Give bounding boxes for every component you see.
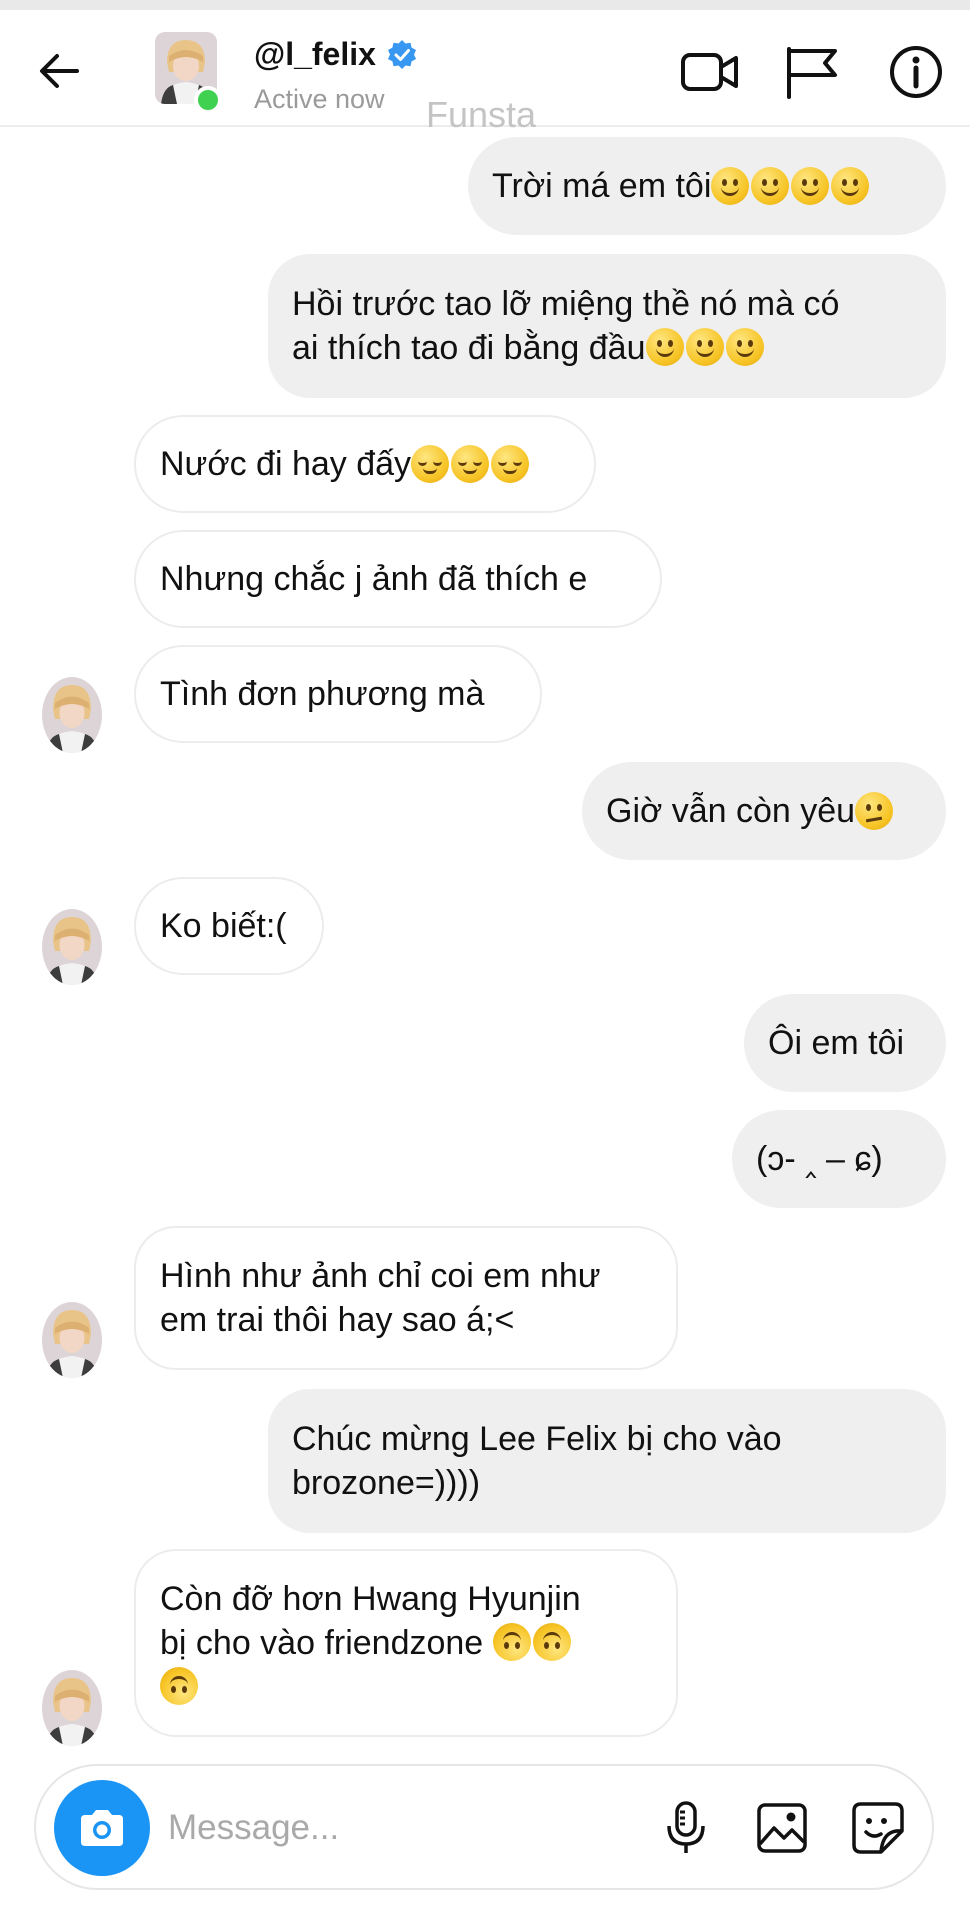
message-outgoing[interactable]: Ôi em tôi [744, 994, 946, 1092]
message-text-line: bị cho vào friendzone [160, 1624, 493, 1662]
message-text: Giờ vẫn còn yêu [606, 792, 856, 830]
online-indicator [194, 86, 222, 114]
message-outgoing[interactable]: Giờ vẫn còn yêu [582, 762, 946, 860]
chat-header: @l_felix Active now Funsta [0, 10, 970, 135]
gallery-button[interactable] [750, 1796, 814, 1860]
conversation-info-button[interactable] [884, 40, 948, 104]
message-text: Nước đi hay đấy [160, 445, 412, 483]
chat-username: @l_felix [254, 36, 376, 72]
message-text-line: Hình như ảnh chỉ coi em như [160, 1257, 601, 1295]
microphone-icon [667, 1801, 705, 1853]
message-text-line: ai thích tao đi bằng đầu [292, 329, 646, 367]
verified-badge-icon [387, 39, 416, 69]
message-text: Ko biết:( [160, 907, 287, 945]
emoji-upside-down-icon [532, 1623, 571, 1661]
emoji-neutral-icon [831, 167, 870, 205]
message-outgoing[interactable]: (ↄ- ‸ – ɕ) [732, 1110, 946, 1208]
message-incoming[interactable]: Còn đỡ hơn Hwang Hyunjin bị cho vào frie… [134, 1549, 678, 1737]
sender-avatar[interactable] [42, 909, 102, 985]
message-text: Ôi em tôi [768, 1024, 905, 1062]
video-camera-icon [681, 53, 738, 91]
message-outgoing[interactable]: Hồi trước tao lỡ miệng thề nó mà có ai t… [268, 254, 946, 398]
emoji-upside-down-icon [160, 1667, 198, 1705]
camera-icon [81, 1810, 123, 1846]
emoji-relieved-icon [451, 445, 490, 483]
message-text-line: Còn đỡ hơn Hwang Hyunjin [160, 1580, 581, 1618]
message-text: Trời má em tôi [492, 167, 712, 205]
message-incoming[interactable]: Hình như ảnh chỉ coi em như em trai thôi… [134, 1226, 678, 1370]
video-call-button[interactable] [678, 40, 742, 104]
sticker-icon [852, 1802, 904, 1854]
sender-avatar[interactable] [42, 1670, 102, 1746]
emoji-upside-down-icon [492, 1623, 531, 1661]
image-icon [757, 1803, 807, 1853]
arrow-left-icon [40, 54, 79, 88]
message-incoming[interactable]: Nước đi hay đấy [134, 415, 596, 513]
emoji-smile-icon [685, 328, 724, 366]
status-bar-strip [0, 0, 970, 10]
emoji-neutral-icon [751, 167, 790, 205]
report-button[interactable] [780, 40, 844, 104]
flag-icon [787, 47, 837, 99]
message-text-line: Chúc mừng Lee Felix bị cho vào [292, 1420, 782, 1458]
message-outgoing[interactable]: Trời má em tôi [468, 137, 946, 235]
emoji-smile-icon [725, 328, 764, 366]
message-text: Nhưng chắc j ảnh đã thích e [160, 560, 588, 598]
message-text-line: em trai thôi hay sao á;< [160, 1301, 515, 1339]
sender-avatar[interactable] [42, 1302, 102, 1378]
back-button[interactable] [34, 46, 84, 96]
message-composer [34, 1764, 934, 1890]
emoji-neutral-icon [711, 167, 750, 205]
info-icon [890, 46, 942, 98]
message-text: (ↄ- ‸ – ɕ) [756, 1140, 883, 1178]
sender-avatar[interactable] [42, 677, 102, 753]
message-text: Tình đơn phương mà [160, 675, 485, 713]
message-incoming[interactable]: Ko biết:( [134, 877, 324, 975]
emoji-relieved-icon [411, 445, 450, 483]
emoji-smile-icon [645, 328, 684, 366]
voice-message-button[interactable] [654, 1796, 718, 1860]
camera-button[interactable] [54, 1780, 150, 1876]
message-thread[interactable]: Trời má em tôi Hồi trước tao lỡ miệng th… [0, 127, 970, 1757]
emoji-raised-eyebrow-icon [855, 792, 894, 830]
message-outgoing[interactable]: Chúc mừng Lee Felix bị cho vào brozone=)… [268, 1389, 946, 1533]
active-status: Active now [254, 84, 385, 114]
emoji-neutral-icon [791, 167, 830, 205]
message-text-line: Hồi trước tao lỡ miệng thề nó mà có [292, 285, 840, 323]
chat-username-row[interactable]: @l_felix [254, 36, 418, 73]
message-incoming[interactable]: Tình đơn phương mà [134, 645, 542, 743]
message-input[interactable] [168, 1796, 528, 1860]
message-text-line: brozone=)))) [292, 1464, 481, 1502]
message-incoming[interactable]: Nhưng chắc j ảnh đã thích e [134, 530, 662, 628]
sticker-button[interactable] [846, 1796, 910, 1860]
emoji-relieved-icon [491, 445, 530, 483]
